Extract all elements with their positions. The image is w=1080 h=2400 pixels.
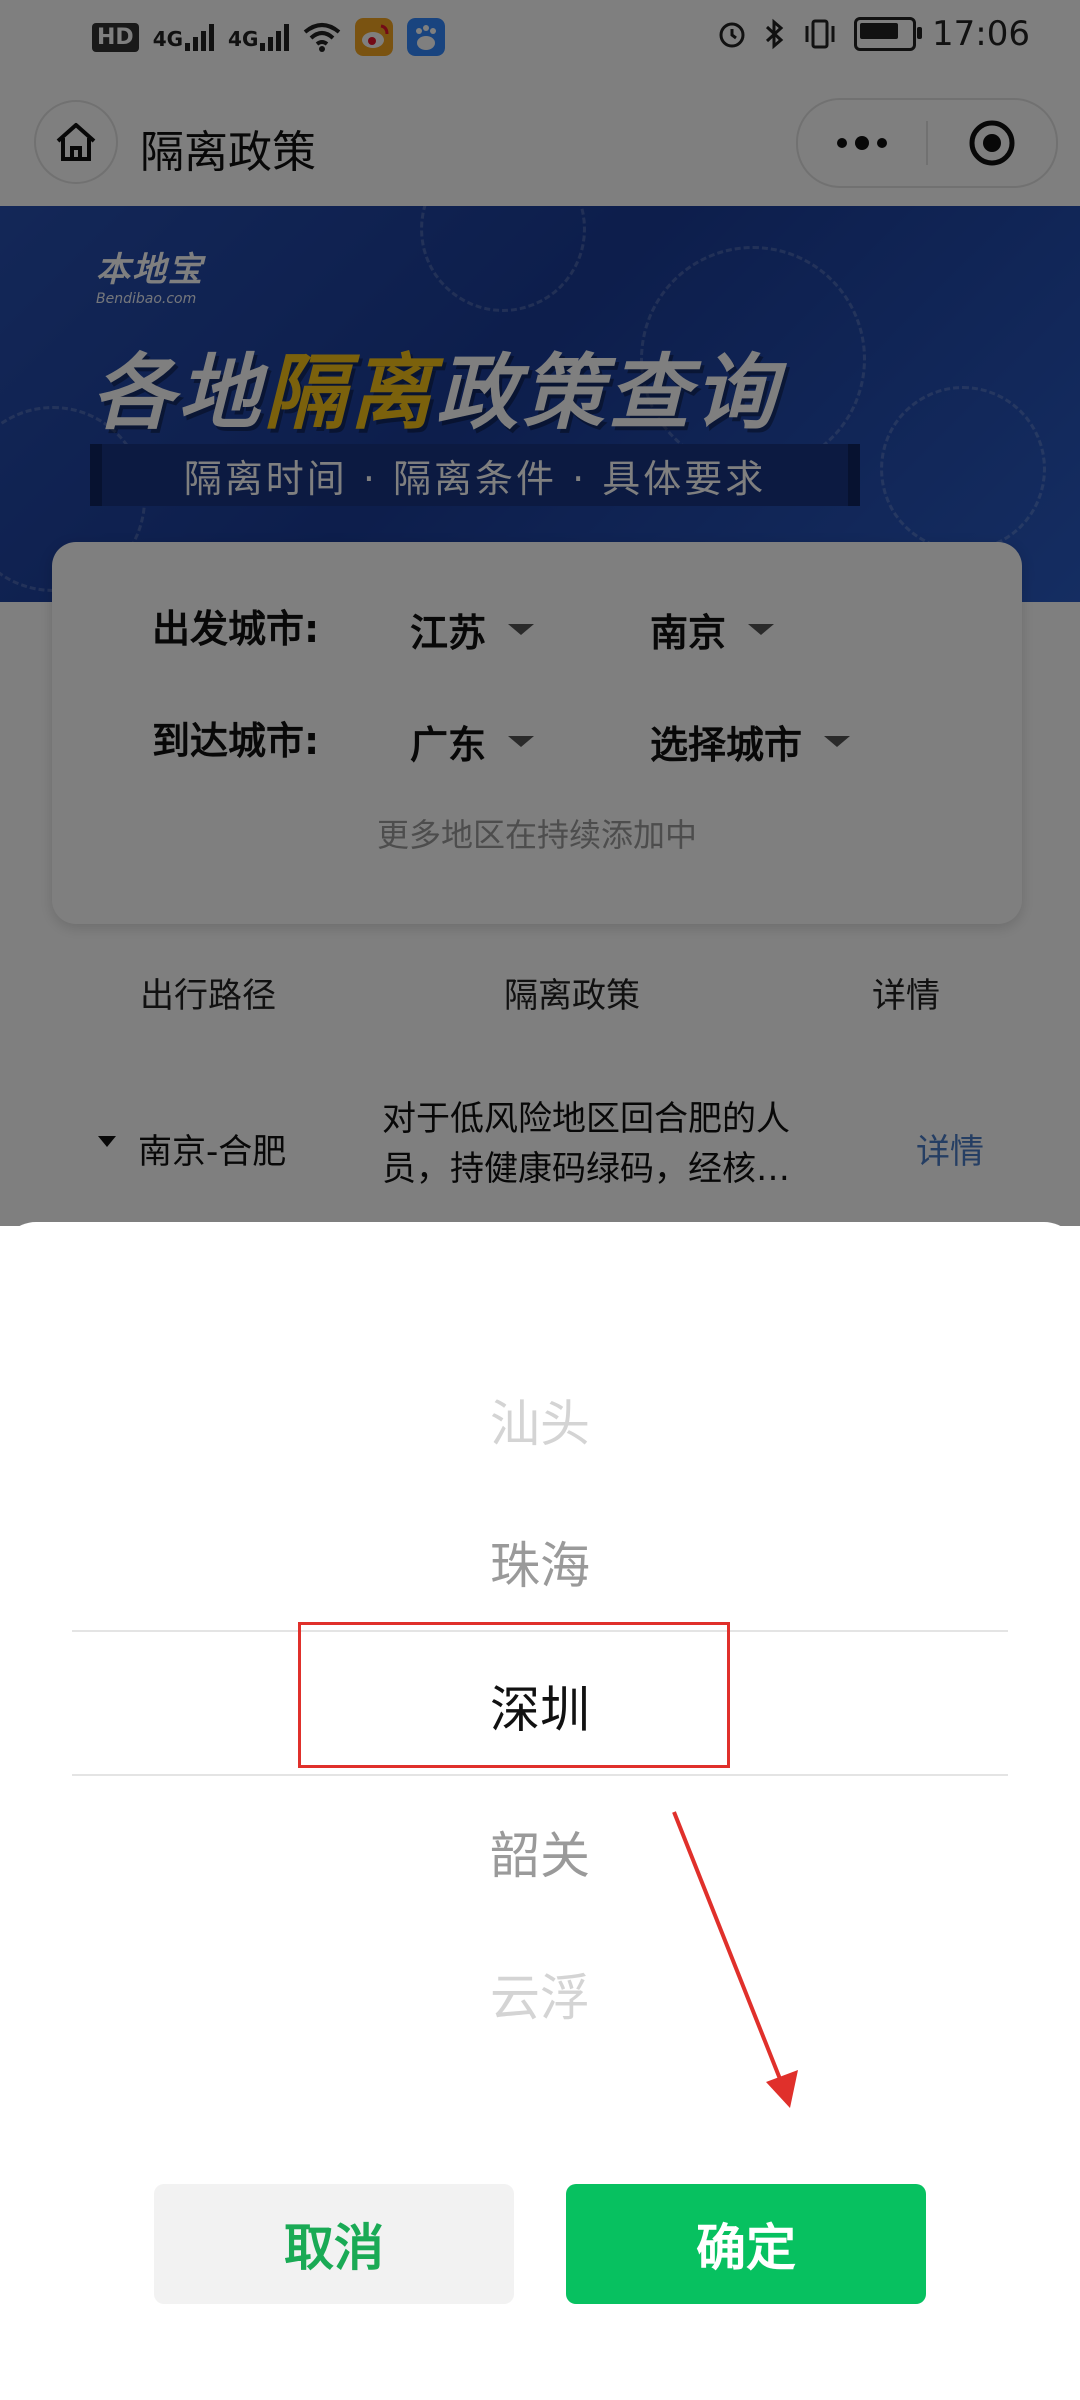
modal-overlay[interactable] (0, 0, 1080, 1226)
cancel-button[interactable]: 取消 (154, 2184, 514, 2304)
picker-option[interactable]: 云浮 (0, 1958, 1080, 2030)
confirm-button[interactable]: 确定 (566, 2184, 926, 2304)
picker-selection-line-bottom (72, 1774, 1008, 1776)
picker-option[interactable]: 汕头 (0, 1384, 1080, 1456)
picker-option[interactable]: 珠海 (0, 1526, 1080, 1598)
picker-option[interactable]: 韶关 (0, 1816, 1080, 1888)
selection-highlight-box (298, 1622, 730, 1768)
